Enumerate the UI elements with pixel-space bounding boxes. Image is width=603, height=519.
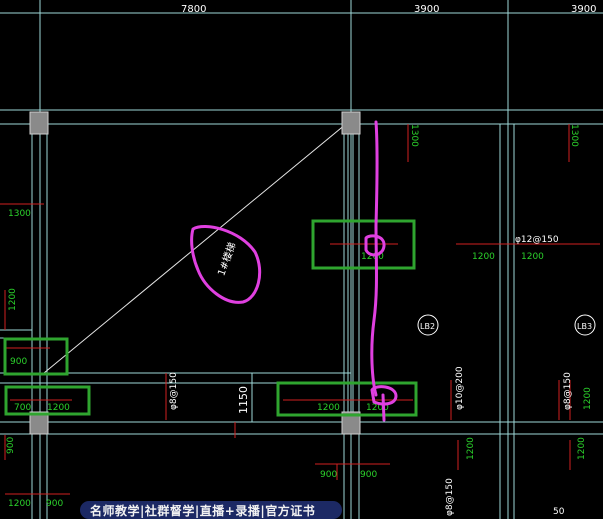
label-1200-left: 1200 [8, 288, 18, 311]
slab-tag-lb2-label: LB2 [420, 322, 435, 331]
label-phi8-150-left: φ8@150 [169, 372, 179, 410]
label-1200-right-bottom: 1200 [466, 437, 476, 460]
cad-drawing-canvas[interactable]: 7800 3900 3900 1300 1200 1300 1300 1200 … [0, 0, 603, 519]
label-900-box: 900 [10, 357, 27, 367]
label-1200-right-side: 1200 [583, 387, 593, 410]
dim-top-span-3: 3900 [571, 4, 596, 15]
markup-small-tail [381, 393, 386, 422]
label-bottom-small-b: 50 [553, 507, 565, 517]
label-1200-bottom-b: 1200 [317, 403, 340, 413]
label-phi12-150: φ12@150 [515, 235, 559, 245]
label-1300-top-right: 1300 [569, 124, 579, 147]
label-900-bottom-a: 900 [320, 470, 337, 480]
label-1300-left: 1300 [8, 209, 31, 219]
label-1200-mid-b: 1200 [521, 252, 544, 262]
slab-tag-lb3-label: LB3 [577, 322, 592, 331]
label-1200-far-left: 1200 [8, 499, 31, 509]
course-promo-label: 名师教学|社群督学|直播+录播|官方证书 [90, 504, 316, 518]
label-900-bottom-b: 900 [360, 470, 377, 480]
label-1200-mid-a: 1200 [472, 252, 495, 262]
dim-top-span-1: 7800 [181, 4, 206, 15]
label-700-box: 700 [14, 403, 31, 413]
dim-top-span-2: 3900 [414, 4, 439, 15]
label-1200-bottom-a: 1200 [47, 403, 70, 413]
label-1150: 1150 [237, 386, 250, 414]
course-promo-bar[interactable]: 名师教学|社群督学|直播+录播|官方证书 [80, 501, 342, 519]
canvas-background [0, 0, 603, 519]
label-phi8-150-right: φ8@150 [563, 372, 573, 410]
label-bottom-small-a: φ8@150 [445, 478, 455, 516]
label-1200-far-right-bottom: 1200 [577, 437, 587, 460]
label-900-far-left: 900 [46, 499, 63, 509]
label-phi10-200: φ10@200 [455, 366, 465, 410]
label-1300-top-mid: 1300 [409, 124, 419, 147]
label-900-left-bottom: 900 [6, 437, 16, 454]
